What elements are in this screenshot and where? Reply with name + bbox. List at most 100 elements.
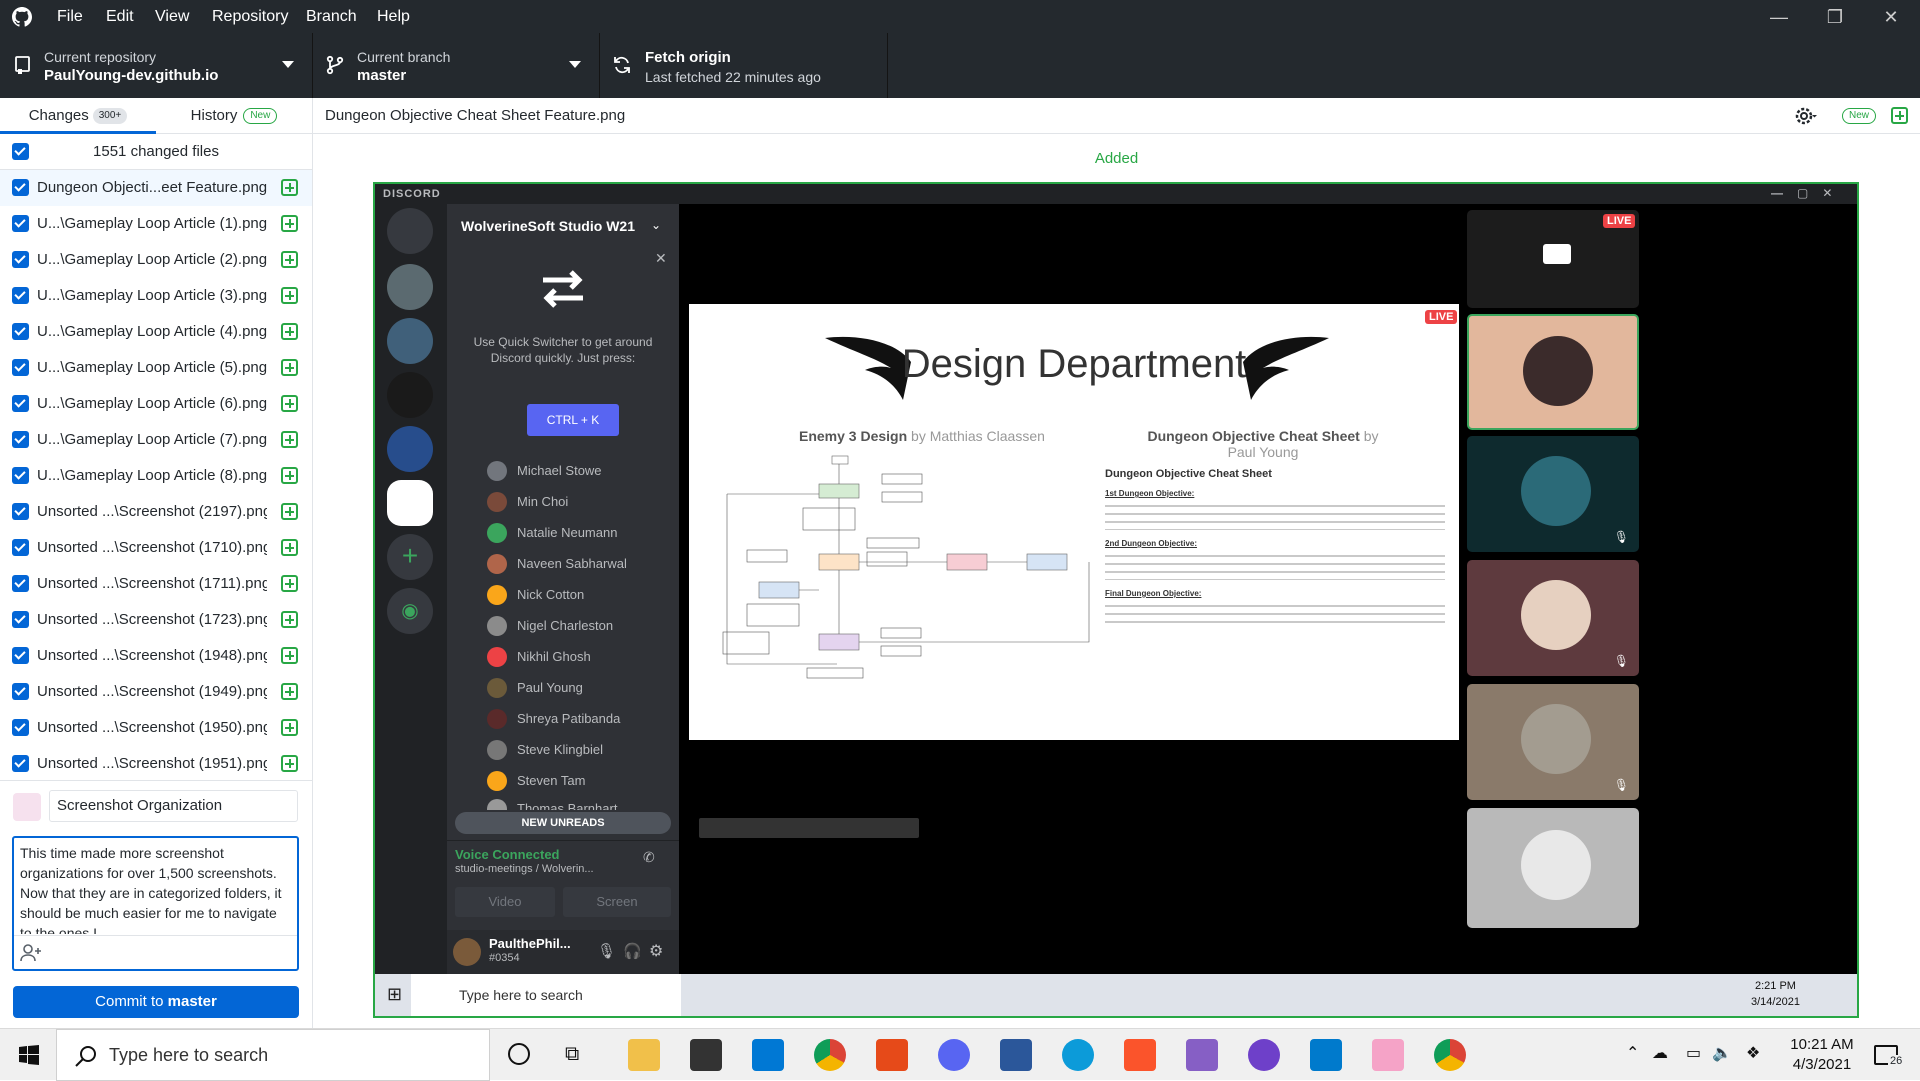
list-item[interactable]: Unsorted ...\Screenshot (2197).png xyxy=(0,494,312,530)
list-item[interactable]: Unsorted ...\Screenshot (1950).png xyxy=(0,710,312,746)
windows-start-icon[interactable] xyxy=(19,1045,39,1065)
cortana-icon[interactable] xyxy=(508,1043,530,1065)
list-item[interactable]: U...\Gameplay Loop Article (4).png xyxy=(0,314,312,350)
photos-icon[interactable] xyxy=(1372,1039,1404,1071)
list-item[interactable]: Unsorted ...\Screenshot (1710).png xyxy=(0,530,312,566)
repo-icon xyxy=(15,56,30,74)
file-checkbox[interactable] xyxy=(12,287,29,304)
gear-icon[interactable] xyxy=(1795,106,1817,126)
current-repository-button[interactable]: Current repository PaulYoung-dev.github.… xyxy=(0,33,313,98)
list-item[interactable]: Unsorted ...\Screenshot (1723).png xyxy=(0,602,312,638)
menu-view[interactable]: View xyxy=(155,8,189,26)
participant-tiles: LIVE 🎙 🎙 🎙 xyxy=(1465,204,1857,974)
file-checkbox[interactable] xyxy=(12,575,29,592)
list-item[interactable]: U...\Gameplay Loop Article (5).png xyxy=(0,350,312,386)
close-button[interactable]: ✕ xyxy=(1868,3,1914,31)
menu-help[interactable]: Help xyxy=(377,8,410,26)
edge-icon[interactable] xyxy=(1062,1039,1094,1071)
list-item[interactable]: Unsorted ...\Screenshot (1949).png xyxy=(0,674,312,710)
file-checkbox[interactable] xyxy=(12,503,29,520)
menu-edit[interactable]: Edit xyxy=(106,8,134,26)
menu-repository[interactable]: Repository xyxy=(212,8,288,26)
tab-changes-label: Changes xyxy=(28,107,89,124)
file-checkbox[interactable] xyxy=(12,647,29,664)
participant-tile: 🎙 xyxy=(1467,560,1639,676)
file-checkbox[interactable] xyxy=(12,395,29,412)
file-checkbox[interactable] xyxy=(12,359,29,376)
file-name: U...\Gameplay Loop Article (6).png xyxy=(37,395,267,412)
volume-icon[interactable]: 🔈 xyxy=(1712,1043,1732,1063)
store-icon[interactable] xyxy=(690,1039,722,1071)
file-checkbox[interactable] xyxy=(12,683,29,700)
file-checkbox[interactable] xyxy=(12,539,29,556)
minimize-button[interactable]: — xyxy=(1756,3,1802,31)
list-item[interactable]: U...\Gameplay Loop Article (2).png xyxy=(0,242,312,278)
taskbar-search-box[interactable]: Type here to search xyxy=(56,1029,490,1081)
vscode-icon[interactable] xyxy=(1310,1039,1342,1071)
file-explorer-icon[interactable] xyxy=(628,1039,660,1071)
sheet-section-text xyxy=(1105,552,1445,580)
visual-studio-icon[interactable] xyxy=(1186,1039,1218,1071)
tab-history-label: History xyxy=(190,107,238,124)
file-checkbox[interactable] xyxy=(12,611,29,628)
list-item[interactable]: U...\Gameplay Loop Article (6).png xyxy=(0,386,312,422)
tray-chevron-up-icon[interactable]: ⌃ xyxy=(1626,1043,1639,1063)
list-item[interactable]: U...\Gameplay Loop Article (3).png xyxy=(0,278,312,314)
file-checkbox[interactable] xyxy=(12,179,29,196)
office-icon[interactable] xyxy=(876,1039,908,1071)
member-name: Nigel Charleston xyxy=(517,618,614,633)
file-checkbox[interactable] xyxy=(12,719,29,736)
mail-icon[interactable] xyxy=(752,1039,784,1071)
list-item[interactable]: Dungeon Objecti...eet Feature.png xyxy=(0,170,312,206)
clock-time: 10:21 AM xyxy=(1790,1036,1854,1053)
chrome-icon[interactable] xyxy=(1434,1039,1466,1071)
word-icon[interactable] xyxy=(1000,1039,1032,1071)
muted-icon: 🎙 xyxy=(1613,530,1629,544)
file-name: U...\Gameplay Loop Article (2).png xyxy=(37,251,267,268)
add-icon[interactable] xyxy=(1891,107,1908,124)
commit-description-field[interactable]: This time made more screenshot organizat… xyxy=(12,836,299,971)
list-item[interactable]: U...\Gameplay Loop Article (1).png xyxy=(0,206,312,242)
sheet-section-text xyxy=(1105,602,1445,624)
file-checkbox[interactable] xyxy=(12,755,29,772)
file-name: U...\Gameplay Loop Article (7).png xyxy=(37,431,267,448)
list-item[interactable]: U...\Gameplay Loop Article (7).png xyxy=(0,422,312,458)
added-file-icon xyxy=(281,755,298,772)
member-name: Shreya Patibanda xyxy=(517,711,621,726)
task-view-icon[interactable]: ⧉ xyxy=(565,1043,579,1066)
tab-changes[interactable]: Changes 300+ xyxy=(0,98,156,134)
dropbox-icon[interactable]: ❖ xyxy=(1746,1043,1760,1063)
current-branch-button[interactable]: Current branch master xyxy=(313,33,600,98)
close-icon: ✕ xyxy=(655,250,667,266)
file-checkbox[interactable] xyxy=(12,431,29,448)
brave-icon[interactable] xyxy=(1124,1039,1156,1071)
list-item[interactable]: Unsorted ...\Screenshot (1951).png xyxy=(0,746,312,780)
file-checkbox[interactable] xyxy=(12,467,29,484)
github-desktop-icon[interactable] xyxy=(1248,1039,1280,1071)
system-clock[interactable]: 10:21 AM 4/3/2021 xyxy=(1782,1035,1862,1075)
file-checkbox[interactable] xyxy=(12,215,29,232)
last-fetched-text: Last fetched 22 minutes ago xyxy=(645,69,821,85)
battery-icon[interactable]: ▭ xyxy=(1686,1043,1701,1063)
list-item[interactable]: U...\Gameplay Loop Article (8).png xyxy=(0,458,312,494)
inner-date: 3/14/2021 xyxy=(1751,996,1800,1008)
commit-button[interactable]: Commit to master xyxy=(13,986,299,1018)
list-item[interactable]: Unsorted ...\Screenshot (1711).png xyxy=(0,566,312,602)
sidebar-tabs: Changes 300+ History New xyxy=(0,98,312,134)
file-name: Unsorted ...\Screenshot (1723).png xyxy=(37,611,267,628)
list-item[interactable]: Unsorted ...\Screenshot (1948).png xyxy=(0,638,312,674)
commit-summary-input[interactable]: Screenshot Organization xyxy=(49,790,298,822)
avatar xyxy=(487,554,507,574)
menu-branch[interactable]: Branch xyxy=(306,8,357,26)
discord-icon[interactable] xyxy=(938,1039,970,1071)
onedrive-icon[interactable]: ☁ xyxy=(1652,1043,1668,1063)
tab-history[interactable]: History New xyxy=(156,98,312,134)
fetch-origin-button[interactable]: Fetch origin Last fetched 22 minutes ago xyxy=(600,33,888,98)
file-checkbox[interactable] xyxy=(12,251,29,268)
menu-file[interactable]: File xyxy=(57,8,83,26)
file-checkbox[interactable] xyxy=(12,323,29,340)
commit-button-prefix: Commit to xyxy=(95,993,168,1010)
maximize-button[interactable]: ❐ xyxy=(1812,3,1858,31)
add-co-author-icon[interactable] xyxy=(20,943,42,963)
chrome-icon[interactable] xyxy=(814,1039,846,1071)
